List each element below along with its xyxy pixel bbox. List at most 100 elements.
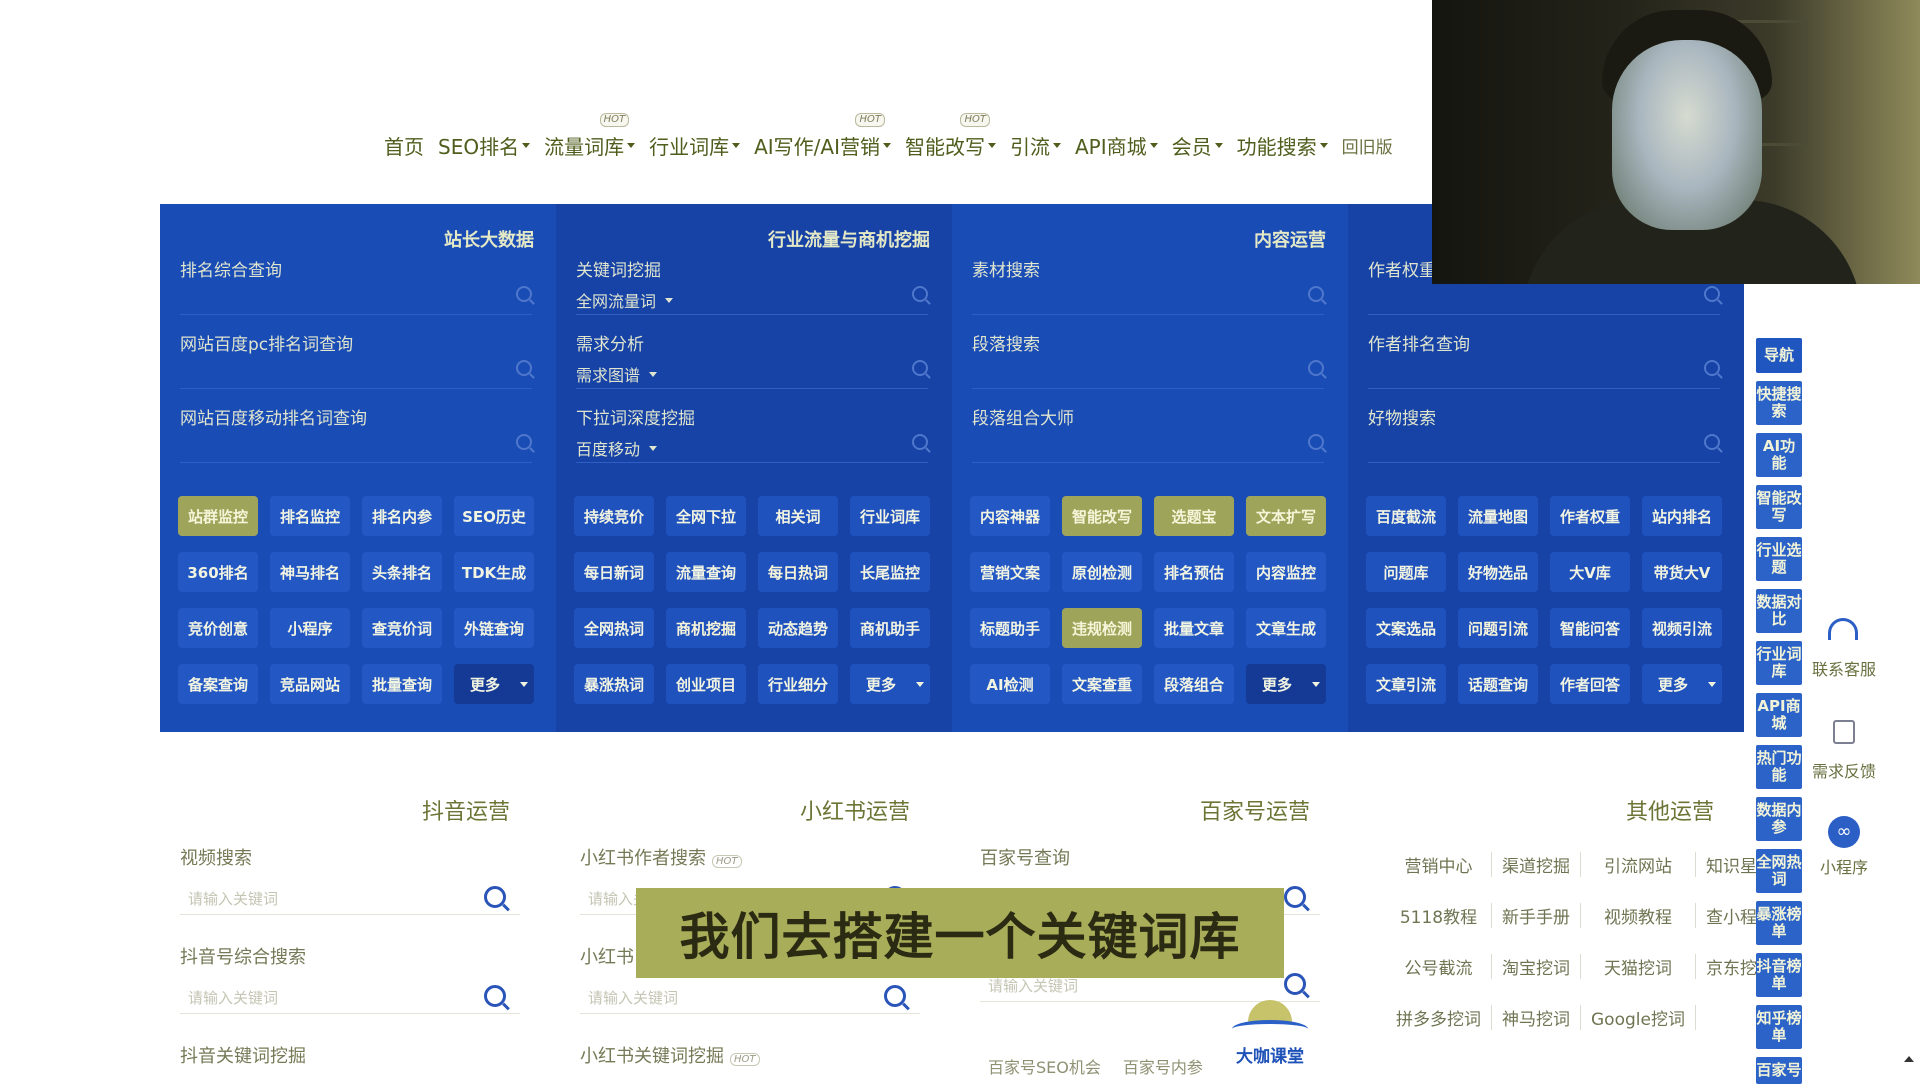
tool-button[interactable]: SEO历史 (454, 496, 534, 536)
nav-item-5[interactable]: 智能改写 HOT (905, 112, 996, 160)
other-link[interactable]: 视频教程 (1581, 903, 1696, 928)
tool-button[interactable]: AI检测 (970, 664, 1050, 704)
search-icon[interactable] (1308, 286, 1324, 302)
tool-button[interactable]: 排名内参 (362, 496, 442, 536)
more-button[interactable]: 更多 (850, 664, 930, 704)
query-row[interactable]: 好物搜索 (1368, 404, 1720, 476)
tool-button[interactable]: 作者回答 (1550, 664, 1630, 704)
tool-button[interactable]: 360排名 (178, 552, 258, 592)
search-icon[interactable] (516, 434, 532, 450)
search-icon[interactable] (1308, 434, 1324, 450)
contact-service[interactable]: 联系客服 (1806, 612, 1882, 680)
other-link[interactable]: 神马挖词 (1492, 1005, 1581, 1030)
tool-button[interactable]: 营销文案 (970, 552, 1050, 592)
other-link[interactable]: 5118教程 (1386, 903, 1492, 928)
nav-item-8[interactable]: 会员 (1172, 131, 1223, 160)
query-row[interactable]: 作者排名查询 (1368, 330, 1720, 402)
tool-button[interactable]: 带货大V (1642, 552, 1722, 592)
query-row[interactable]: 网站百度移动排名词查询 (180, 404, 532, 476)
search-icon[interactable] (884, 985, 906, 1007)
search-input[interactable]: 请输入关键词 (580, 983, 920, 1014)
query-row[interactable]: 排名综合查询 (180, 256, 532, 328)
other-link[interactable]: 渠道挖掘 (1492, 852, 1581, 877)
sidebar-item-0[interactable]: 导航 (1756, 338, 1802, 373)
tool-button[interactable]: 神马排名 (270, 552, 350, 592)
nav-item-2[interactable]: 流量词库 HOT (544, 112, 636, 160)
search-icon[interactable] (1704, 286, 1720, 302)
tool-button[interactable]: 行业细分 (758, 664, 838, 704)
query-dropdown[interactable]: 需求图谱 (576, 362, 658, 386)
tool-button[interactable]: 备案查询 (178, 664, 258, 704)
tool-button[interactable]: 文案查重 (1062, 664, 1142, 704)
tool-button[interactable]: 大V库 (1550, 552, 1630, 592)
nav-item-0[interactable]: 首页 (384, 131, 424, 160)
tool-button[interactable]: 竞品网站 (270, 664, 350, 704)
query-row[interactable]: 下拉词深度挖掘 百度移动 (576, 404, 928, 476)
tool-button[interactable]: 批量查询 (362, 664, 442, 704)
search-icon[interactable] (1704, 434, 1720, 450)
tool-button[interactable]: 文章生成 (1246, 608, 1326, 648)
nav-item-1[interactable]: SEO排名 (438, 131, 531, 160)
bjh-neican-link[interactable]: 百家号内参 (1123, 1054, 1203, 1078)
sidebar-item-8[interactable]: 热门功能 (1756, 745, 1802, 789)
other-link[interactable]: 拼多多挖词 (1386, 1005, 1492, 1030)
tool-button[interactable]: 视频引流 (1642, 608, 1722, 648)
sidebar-item-12[interactable]: 抖音榜单 (1756, 953, 1802, 997)
tool-button[interactable]: 标题助手 (970, 608, 1050, 648)
sidebar-item-5[interactable]: 数据对比 (1756, 589, 1802, 633)
tool-button[interactable]: 流量地图 (1458, 496, 1538, 536)
sidebar-item-13[interactable]: 知乎榜单 (1756, 1005, 1802, 1049)
nav-item-7[interactable]: API商城 (1075, 131, 1158, 160)
other-link[interactable]: 引流网站 (1581, 852, 1696, 877)
tool-button[interactable]: 问题引流 (1458, 608, 1538, 648)
feedback[interactable]: 需求反馈 (1806, 716, 1882, 782)
tool-button[interactable]: 商机挖掘 (666, 608, 746, 648)
other-link[interactable]: 新手手册 (1492, 903, 1581, 928)
other-link[interactable]: 营销中心 (1386, 852, 1492, 877)
tool-button[interactable]: 相关词 (758, 496, 838, 536)
tool-button[interactable]: 内容神器 (970, 496, 1050, 536)
tool-button[interactable]: TDK生成 (454, 552, 534, 592)
tool-button[interactable]: 全网下拉 (666, 496, 746, 536)
search-icon[interactable] (484, 985, 506, 1007)
search-input[interactable]: 请输入关键词 (180, 884, 520, 915)
tool-button[interactable]: 持续竞价 (574, 496, 654, 536)
tool-button[interactable]: 查竞价词 (362, 608, 442, 648)
sidebar-item-7[interactable]: API商城 (1756, 693, 1802, 737)
tool-button[interactable]: 每日热词 (758, 552, 838, 592)
scroll-arrow-icon[interactable] (1904, 1056, 1914, 1062)
search-input[interactable]: 请输入关键词 (180, 983, 520, 1014)
more-button[interactable]: 更多 (454, 664, 534, 704)
tool-button[interactable]: 违规检测 (1062, 608, 1142, 648)
tool-button[interactable]: 站群监控 (178, 496, 258, 536)
tool-button[interactable]: 话题查询 (1458, 664, 1538, 704)
sidebar-item-4[interactable]: 行业选题 (1756, 537, 1802, 581)
mini-program[interactable]: ∞ 小程序 (1806, 816, 1882, 878)
tool-button[interactable]: 竞价创意 (178, 608, 258, 648)
tool-button[interactable]: 长尾监控 (850, 552, 930, 592)
tool-button[interactable]: 排名预估 (1154, 552, 1234, 592)
old-version-link[interactable]: 回旧版 (1342, 133, 1393, 158)
nav-item-6[interactable]: 引流 (1010, 131, 1061, 160)
search-icon[interactable] (516, 286, 532, 302)
query-dropdown[interactable]: 百度移动 (576, 436, 658, 460)
bjh-seo-link[interactable]: 百家号SEO机会 (988, 1054, 1101, 1078)
search-icon[interactable] (912, 360, 928, 376)
sidebar-item-3[interactable]: 智能改写 (1756, 485, 1802, 529)
nav-item-9[interactable]: 功能搜索 (1237, 131, 1328, 160)
tool-button[interactable]: 文本扩写 (1246, 496, 1326, 536)
tool-button[interactable]: 文章引流 (1366, 664, 1446, 704)
tool-button[interactable]: 好物选品 (1458, 552, 1538, 592)
tool-button[interactable]: 选题宝 (1154, 496, 1234, 536)
tool-button[interactable]: 智能改写 (1062, 496, 1142, 536)
tool-button[interactable]: 段落组合 (1154, 664, 1234, 704)
tool-button[interactable]: 站内排名 (1642, 496, 1722, 536)
search-icon[interactable] (1704, 360, 1720, 376)
tool-button[interactable]: 暴涨热词 (574, 664, 654, 704)
query-row[interactable]: 需求分析 需求图谱 (576, 330, 928, 402)
tool-button[interactable]: 智能问答 (1550, 608, 1630, 648)
tool-button[interactable]: 批量文章 (1154, 608, 1234, 648)
search-icon[interactable] (912, 286, 928, 302)
query-row[interactable]: 网站百度pc排名词查询 (180, 330, 532, 402)
query-row[interactable]: 段落搜索 (972, 330, 1324, 402)
